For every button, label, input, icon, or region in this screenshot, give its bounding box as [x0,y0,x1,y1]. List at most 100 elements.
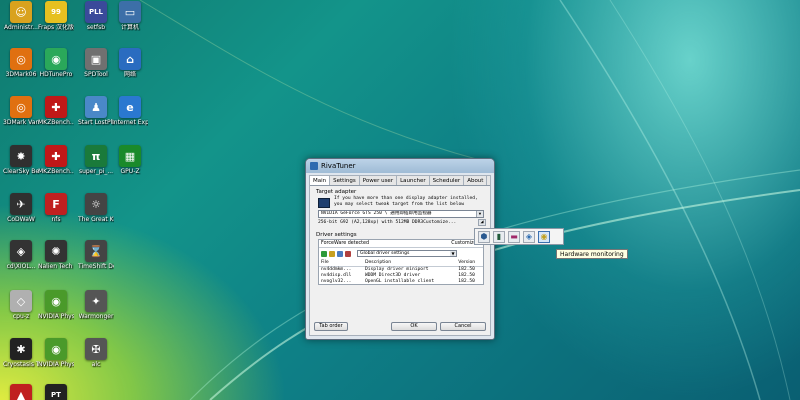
adapter-select[interactable]: NVIDIA GeForce GTS 250 \ 通用即插即用监视器 ▼ [318,210,484,218]
app-shortcut-icon: ✚ [45,145,67,167]
desktop-icon[interactable]: ✈ CoDWaW [3,193,39,223]
table-row[interactable]: nv4ddmkm... Display driver miniport 182.… [319,266,483,272]
window-titlebar[interactable]: RivaTuner [306,159,494,173]
driver-profile-value: Global driver settings [360,251,410,256]
app-shortcut-icon: ◇ [10,290,32,312]
tab-power-user[interactable]: Power user [360,176,398,185]
desktop-icon[interactable]: ✺Nalien Tech Demo [38,240,74,270]
desktop-icon[interactable]: ✚ MKZBench... [38,96,74,126]
hardware-monitoring-tooltip: Hardware monitoring [556,249,628,259]
desktop-icon[interactable]: ✦ Warmonger [78,290,114,320]
desktop-icon-label: cd\XIOL... [6,263,36,270]
tab-strip: Main Settings Power user Launcher Schedu… [310,176,490,186]
file-cell: nvoglv32... [321,278,352,284]
app-shortcut-icon: ✦ [85,290,107,312]
desktop-icon[interactable]: ✚ MKZBench... [38,145,74,175]
app-shortcut-icon: ◉ [45,48,67,70]
hardware-monitoring-icon[interactable]: ◉ [538,230,550,243]
desktop-icon[interactable]: PLL setfsb [78,1,114,31]
tab-settings[interactable]: Settings [330,176,360,185]
desktop-icon[interactable]: ✸ClearSky Benchmark [3,145,39,175]
desktop-icon[interactable]: π super_pi_... [78,145,114,175]
app-shortcut-icon: e [119,96,141,118]
driver-profile-select[interactable]: Global driver settings ▼ [357,250,457,257]
table-row[interactable]: nv4disp.dll WDDM Direct3D driver 182.50 [319,272,483,278]
desktop-icon-label: Start LostPlanet... [78,119,114,126]
shield-icon[interactable]: ◈ [523,230,535,243]
desktop-icon[interactable]: ▦ GPU-Z [112,145,148,175]
app-shortcut-icon: PLL [85,1,107,23]
display-settings-icon[interactable]: ⬢ [478,230,490,243]
adapter-select-value: NVIDIA GeForce GTS 250 \ 通用即插即用监视器 [321,211,432,216]
forceware-label: ForceWare detected [321,241,370,246]
desktop-icon[interactable]: ◇ cpu-z [3,290,39,320]
desktop-icon-label: Cryostasis TechDemo [3,361,39,368]
desktop-icon[interactable]: ♟Start LostPlanet... [78,96,114,126]
desktop-icon-label: TimeShift Demo [78,263,114,270]
monitor-icon[interactable]: ▮ [493,230,505,243]
tab-order-button[interactable]: Tab order [314,322,348,331]
desktop-icon[interactable]: ◈ cd\XIOL... [3,240,39,270]
desktop-icon-label: cpu-z [12,313,30,320]
desktop-icon-label: NVIDIA PhysX Par... [38,313,74,320]
desktop-icon[interactable]: ◉ HDTunePro [38,48,74,78]
search-icon[interactable] [337,250,343,257]
app-shortcut-icon: F [45,193,67,215]
tab-scheduler[interactable]: Scheduler [430,176,465,185]
app-shortcut-icon: ◎ [10,96,32,118]
desktop-icon-label: ClearSky Benchmark [3,168,39,175]
app-shortcut-icon: ☼ [85,193,107,215]
ok-button[interactable]: OK [391,322,437,331]
desktop-icon[interactable]: ✱Cryostasis TechDemo [3,338,39,368]
desktop-icon[interactable]: ☼The Great Kulu [78,193,114,223]
chevron-down-icon[interactable]: ▼ [450,251,456,256]
desktop-icon-label: nfs [51,216,61,223]
cancel-button[interactable]: Cancel [440,322,486,331]
desktop-icon-label: 3DMark Vantage [3,119,39,126]
app-shortcut-icon: ◉ [45,338,67,360]
desktop-icon[interactable]: ◉NVIDIA PhysX Par... [38,338,74,368]
wrench-icon[interactable] [329,250,335,257]
driver-toolbar: Global driver settings ▼ [319,248,483,259]
adapter-details: 256-bit G92 (A2,128xp) with 512MB DDR3Cu… [318,219,486,226]
desktop-icon-label: setfsb [86,24,106,31]
chevron-down-icon[interactable]: ▼ [476,211,483,217]
app-shortcut-icon: ◉ [45,290,67,312]
desktop-icon-label: The Great Kulu [78,216,114,223]
desktop-icon[interactable]: Fnfs [38,193,74,223]
desktop-icon[interactable]: 99 Fraps 汉化版 [38,1,74,31]
desktop-icon[interactable]: ▭ 计算机 [112,1,148,31]
window-button-bar: Tab order OK Cancel [314,322,486,331]
desktop-icon[interactable]: ⌂ 网络 [112,48,148,78]
settings-icon[interactable] [345,250,351,257]
description-cell: OpenGL installable client [364,278,435,284]
desktop-icon[interactable]: ✠ alc [78,338,114,368]
column-file: File [319,259,363,267]
desktop-icon[interactable]: ⌛TimeShift Demo [78,240,114,270]
tab-main[interactable]: Main [310,176,331,185]
column-description: Description [362,259,457,267]
desktop-icon-label: CoDWaW [7,216,35,223]
desktop-icon[interactable]: ☺ Administr... [3,1,39,31]
tab-launcher[interactable]: Launcher [397,176,430,185]
app-shortcut-icon: ▦ [119,145,141,167]
tab-about[interactable]: About [464,176,488,185]
desktop-icon[interactable]: eInternet Explorer [112,96,148,126]
customize-arrow-icon[interactable]: ◢ [478,219,486,226]
desktop-icon[interactable]: ▣ SPDTool [78,48,114,78]
desktop-icon[interactable]: PT [38,384,74,400]
color-icon[interactable]: ▬ [508,230,520,243]
arrow-icon[interactable] [321,250,327,257]
desktop-icon-label: Fraps 汉化版 [38,24,74,31]
desktop-icon-label: 网络 [123,71,136,78]
desktop-icon[interactable]: ◉NVIDIA PhysX Par... [38,290,74,320]
desktop-icon-label: MKZBench... [38,119,74,126]
desktop-icon[interactable]: ▲ [3,384,39,400]
desktop-icon[interactable]: ◎ 3DMark06 [3,48,39,78]
desktop-icon[interactable]: ◎3DMark Vantage [3,96,39,126]
app-shortcut-icon: ✱ [10,338,32,360]
table-row[interactable]: nvoglv32... OpenGL installable client 18… [319,278,483,284]
window-client: Main Settings Power user Launcher Schedu… [309,175,491,336]
rivatuner-window[interactable]: RivaTuner Main Settings Power user Launc… [305,158,495,340]
app-shortcut-icon: ▲ [10,384,32,400]
